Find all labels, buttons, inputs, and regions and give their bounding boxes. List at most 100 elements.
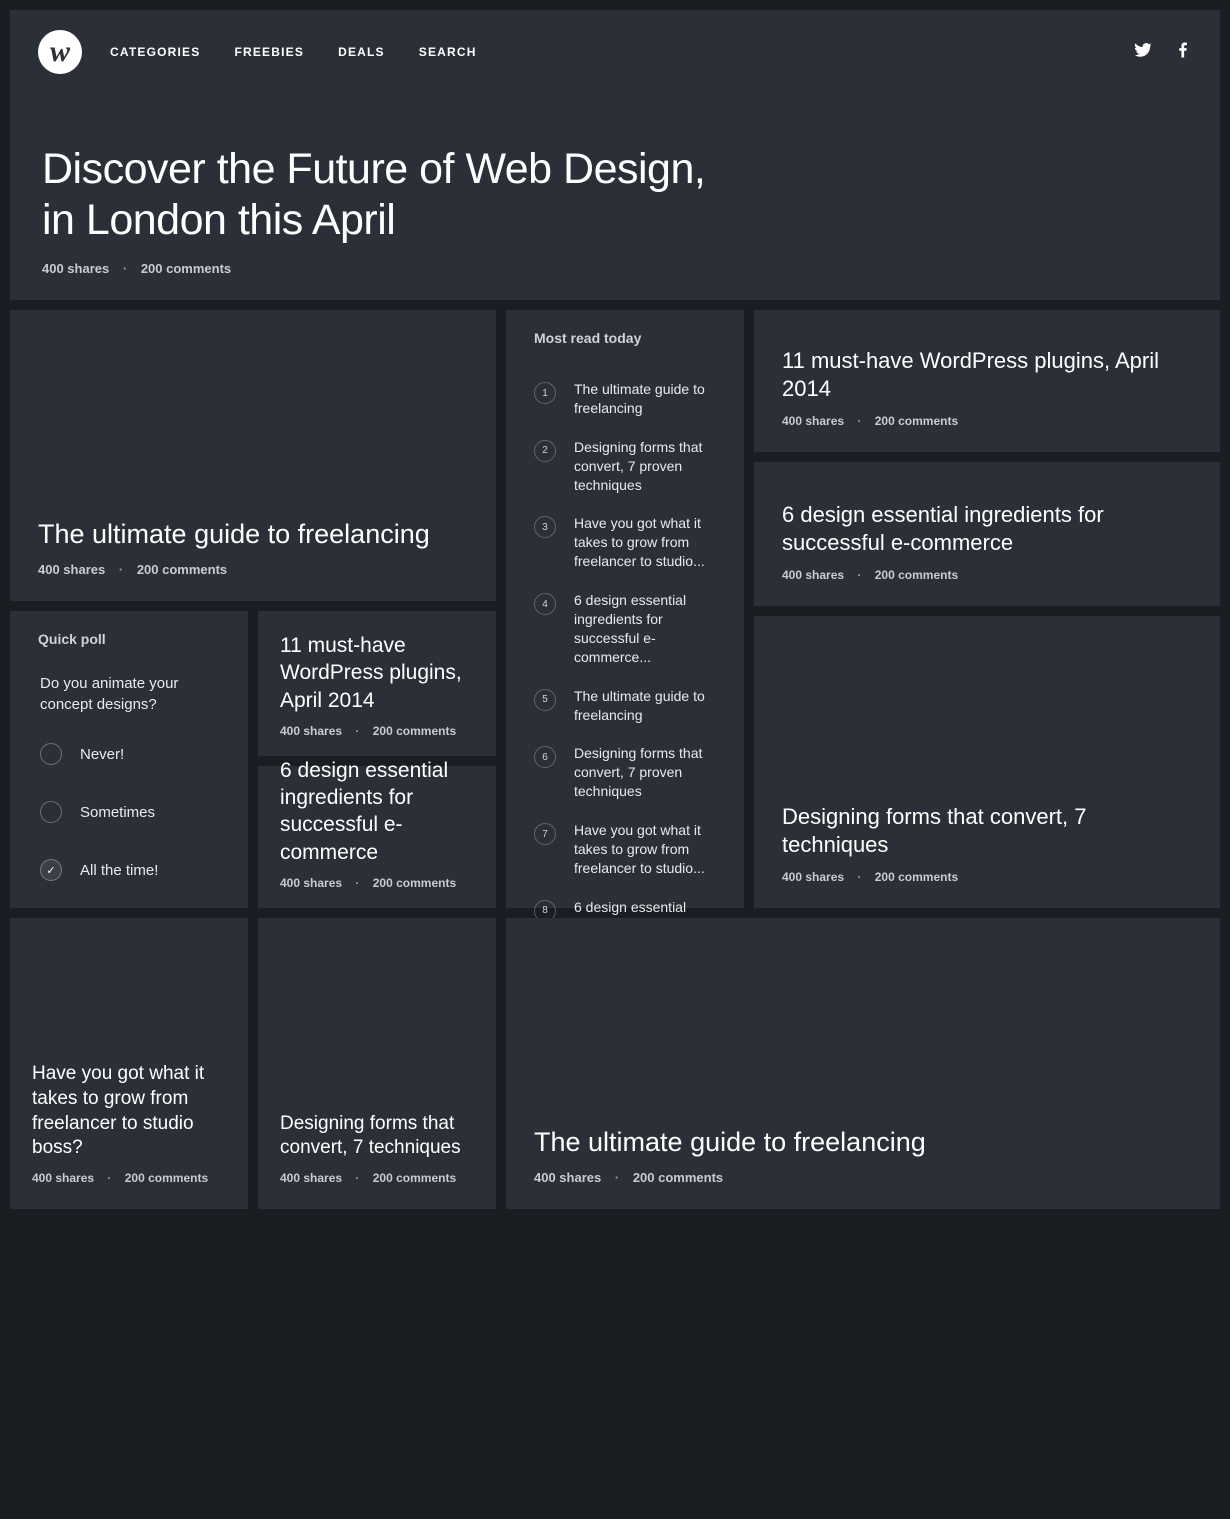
most-read-title: Designing forms that convert, 7 proven t…	[574, 744, 716, 801]
hero-tile: w CATEGORIES FREEBIES DEALS SEARCH Disco…	[10, 10, 1220, 300]
meta-shares: 400 shares	[782, 870, 844, 884]
meta-comments: 200 comments	[125, 1171, 208, 1185]
card-ecommerce-right[interactable]: 6 design essential ingredients for succe…	[754, 462, 1220, 606]
most-read-item[interactable]: 7 Have you got what it takes to grow from…	[506, 811, 744, 888]
hero-title-line1: Discover the Future of Web Design,	[42, 144, 1188, 196]
poll-option-label: All the time!	[80, 862, 158, 879]
meta-comments: 200 comments	[373, 876, 456, 890]
card-title: 6 design essential ingredients for succe…	[280, 757, 474, 866]
card-wp-plugins-right[interactable]: 11 must-have WordPress plugins, April 20…	[754, 310, 1220, 452]
meta-comments: 200 comments	[373, 724, 456, 738]
meta-dot: ·	[857, 414, 861, 428]
social-links	[1134, 41, 1192, 64]
poll-question: Do you animate your concept designs?	[10, 655, 248, 725]
meta-dot: ·	[355, 724, 359, 738]
rank-badge: 2	[534, 440, 556, 462]
facebook-icon[interactable]	[1174, 41, 1192, 64]
card-title: 11 must-have WordPress plugins, April 20…	[280, 632, 474, 714]
most-read-item[interactable]: 6 Designing forms that convert, 7 proven …	[506, 734, 744, 811]
poll-option-1[interactable]: Sometimes	[10, 783, 248, 841]
most-read-title: Have you got what it takes to grow from …	[574, 514, 716, 571]
most-read-title: Designing forms that convert, 7 proven t…	[574, 438, 716, 495]
rank-badge: 5	[534, 689, 556, 711]
card-meta: 400 shares · 200 comments	[534, 1170, 1192, 1185]
card-wp-plugins[interactable]: 11 must-have WordPress plugins, April 20…	[258, 611, 496, 756]
card-meta: 400 shares · 200 comments	[280, 1171, 474, 1185]
card-title: 6 design essential ingredients for succe…	[782, 501, 1192, 558]
top-nav: w CATEGORIES FREEBIES DEALS SEARCH	[10, 10, 1220, 74]
radio-icon	[40, 743, 62, 765]
card-forms-bottom[interactable]: Designing forms that convert, 7 techniqu…	[258, 918, 496, 1209]
card-studio-boss[interactable]: Have you got what it takes to grow from …	[10, 918, 248, 1209]
hero-meta: 400 shares · 200 comments	[42, 261, 1188, 276]
most-read-title: 6 design essential ingredients for succe…	[574, 591, 716, 667]
card-title: Designing forms that convert, 7 techniqu…	[280, 1112, 474, 1161]
most-read-panel: Most read today 1The ultimate guide to f…	[506, 310, 744, 908]
meta-dot: ·	[123, 261, 127, 276]
poll-option-label: Never!	[80, 746, 124, 763]
card-freelancing[interactable]: The ultimate guide to freelancing 400 sh…	[10, 310, 496, 601]
meta-comments: 200 comments	[137, 562, 227, 577]
hero-title-line2: in London this April	[42, 195, 1188, 247]
meta-shares: 400 shares	[280, 1171, 342, 1185]
meta-shares: 400 shares	[534, 1170, 601, 1185]
card-title: The ultimate guide to freelancing	[534, 1126, 1192, 1160]
meta-shares: 400 shares	[38, 562, 105, 577]
most-read-item[interactable]: 5 The ultimate guide to freelancing	[506, 677, 744, 735]
meta-dot: ·	[615, 1170, 619, 1185]
card-meta: 400 shares · 200 comments	[38, 562, 468, 577]
card-title: Have you got what it takes to grow from …	[32, 1062, 226, 1161]
poll-option-2[interactable]: ✓ All the time!	[10, 841, 248, 899]
check-icon: ✓	[40, 859, 62, 881]
logo[interactable]: w	[38, 30, 82, 74]
meta-shares: 400 shares	[32, 1171, 94, 1185]
rank-badge: 4	[534, 593, 556, 615]
card-freelancing-bottom[interactable]: The ultimate guide to freelancing 400 sh…	[506, 918, 1220, 1209]
card-meta: 400 shares · 200 comments	[782, 414, 1192, 428]
meta-comments: 200 comments	[875, 568, 958, 582]
card-title: 11 must-have WordPress plugins, April 20…	[782, 347, 1192, 404]
meta-dot: ·	[857, 568, 861, 582]
twitter-icon[interactable]	[1134, 41, 1152, 64]
rank-badge: 6	[534, 746, 556, 768]
most-read-item[interactable]: 2 Designing forms that convert, 7 proven …	[506, 428, 744, 505]
most-read-title: The ultimate guide to freelancing	[574, 687, 716, 725]
card-title: Designing forms that convert, 7 techniqu…	[782, 803, 1192, 860]
poll-option-label: Sometimes	[80, 804, 155, 821]
hero-comments: 200 comments	[141, 261, 231, 276]
most-read-item[interactable]: 3 Have you got what it takes to grow from…	[506, 504, 744, 581]
rank-badge: 7	[534, 823, 556, 845]
meta-dot: ·	[355, 876, 359, 890]
rank-badge: 3	[534, 516, 556, 538]
nav-links: CATEGORIES FREEBIES DEALS SEARCH	[110, 45, 477, 59]
card-ecommerce[interactable]: 6 design essential ingredients for succe…	[258, 766, 496, 908]
most-read-title: The ultimate guide to freelancing	[574, 380, 716, 418]
card-forms-right[interactable]: Designing forms that convert, 7 techniqu…	[754, 616, 1220, 908]
card-title: The ultimate guide to freelancing	[38, 518, 468, 552]
hero-shares: 400 shares	[42, 261, 109, 276]
meta-dot: ·	[107, 1171, 111, 1185]
meta-shares: 400 shares	[782, 414, 844, 428]
nav-deals[interactable]: DEALS	[338, 45, 385, 59]
most-read-title: Have you got what it takes to grow from …	[574, 821, 716, 878]
meta-shares: 400 shares	[782, 568, 844, 582]
meta-comments: 200 comments	[633, 1170, 723, 1185]
card-meta: 400 shares · 200 comments	[782, 568, 1192, 582]
meta-comments: 200 comments	[875, 870, 958, 884]
meta-dot: ·	[355, 1171, 359, 1185]
most-read-item[interactable]: 4 6 design essential ingredients for succ…	[506, 581, 744, 677]
meta-dot: ·	[857, 870, 861, 884]
nav-freebies[interactable]: FREEBIES	[234, 45, 304, 59]
meta-dot: ·	[119, 562, 123, 577]
meta-comments: 200 comments	[875, 414, 958, 428]
radio-icon	[40, 801, 62, 823]
nav-categories[interactable]: CATEGORIES	[110, 45, 200, 59]
most-read-item[interactable]: 1 The ultimate guide to freelancing	[506, 370, 744, 428]
meta-comments: 200 comments	[373, 1171, 456, 1185]
meta-shares: 400 shares	[280, 724, 342, 738]
meta-shares: 400 shares	[280, 876, 342, 890]
rank-badge: 1	[534, 382, 556, 404]
poll-option-0[interactable]: Never!	[10, 725, 248, 783]
nav-search[interactable]: SEARCH	[419, 45, 477, 59]
quick-poll: Quick poll Do you animate your concept d…	[10, 611, 248, 908]
